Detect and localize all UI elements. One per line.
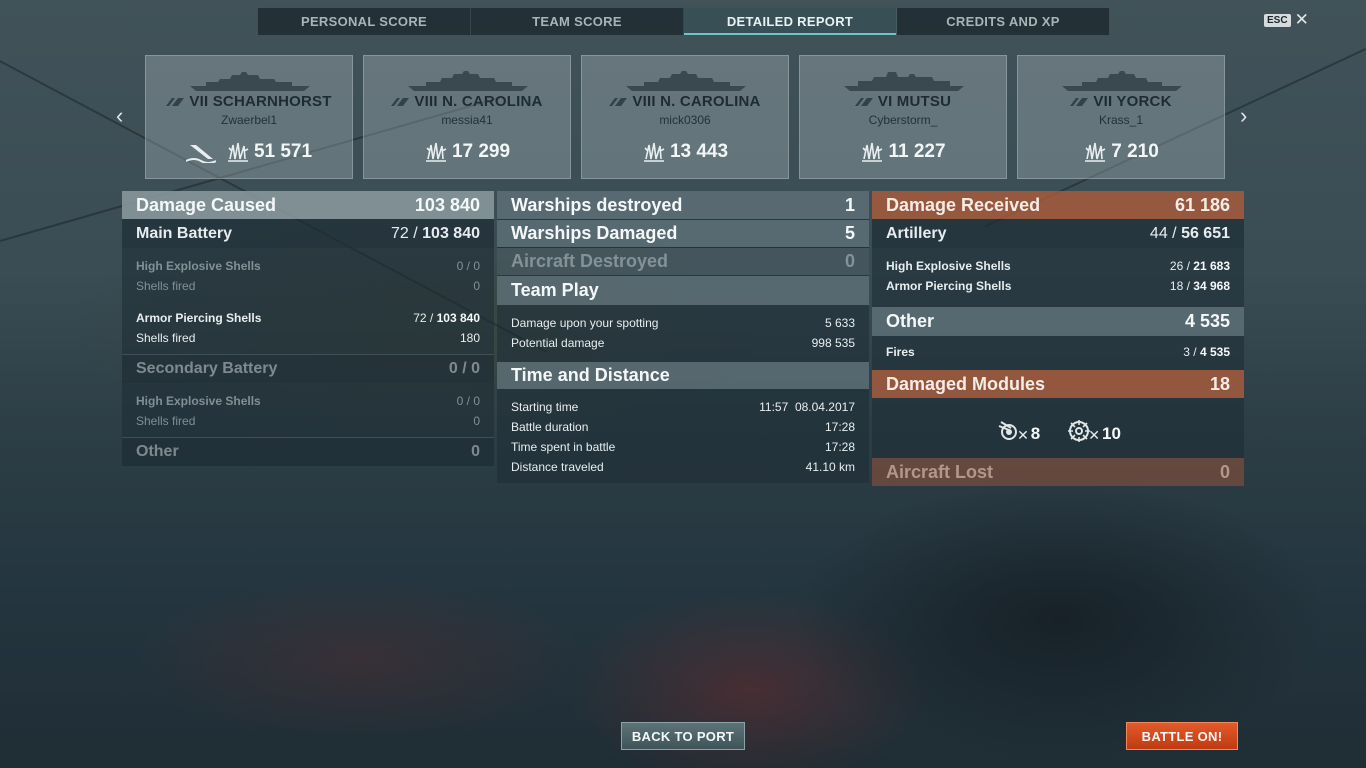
aircraft-destroyed-row: Aircraft Destroyed 0 [497, 247, 869, 275]
aircraft-lost-header: Aircraft Lost 0 [872, 458, 1244, 486]
ship-damage-value: 11 227 [888, 141, 946, 162]
player-name: Zwaerbel1 [220, 113, 278, 127]
ship-card[interactable]: VII SCHARNHORST Zwaerbel1 51 571 [145, 55, 353, 179]
damage-icon [643, 142, 665, 162]
stat-row: Fires 3 / 4 535 [886, 345, 1230, 359]
stat-row: Armor Piercing Shells 72 / 103 840 [136, 311, 480, 325]
stat-row: Starting time 11:57 08.04.2017 [511, 400, 855, 414]
esc-key-badge: ESC [1264, 13, 1291, 27]
player-name: mick0306 [659, 113, 711, 127]
ship-name: VIII N. CAROLINA [414, 93, 543, 110]
artillery-header: Artillery 44 / 56 651 [872, 219, 1244, 248]
player-name: Krass_1 [1098, 113, 1144, 127]
stat-row: High Explosive Shells 0 / 0 [136, 259, 480, 273]
module-item: ✕ 10 [1066, 418, 1121, 444]
stat-row: Shells fired 0 [136, 414, 480, 428]
damage-icon [1085, 142, 1106, 162]
warships-damaged-row: Warships Damaged 5 [497, 219, 869, 247]
stat-row: Shells fired 180 [136, 331, 480, 345]
module-count: 10 [1102, 424, 1121, 443]
tab-personal-score[interactable]: PERSONAL SCORE [258, 8, 471, 35]
damage-icon [862, 142, 883, 162]
battleship-class-icon [609, 97, 628, 106]
close-button[interactable]: ESC ✕ [1264, 10, 1309, 29]
stat-row: Battle duration 17:28 [511, 420, 855, 434]
ship-cards: VII SCHARNHORST Zwaerbel1 51 571 VIII N.… [145, 55, 1225, 179]
ship-name: VI MUTSU [877, 93, 952, 110]
damage-received-header: Damage Received 61 186 [872, 191, 1244, 219]
prev-arrow-icon[interactable]: ‹ [116, 105, 123, 127]
warships-destroyed-row: Warships destroyed 1 [497, 191, 869, 219]
destroyed-x-icon: ✕ [1017, 427, 1029, 443]
time-and-distance-header: Time and Distance [497, 361, 869, 389]
back-to-port-button[interactable]: BACK TO PORT [621, 722, 745, 750]
tab-detailed-report[interactable]: DETAILED REPORT [684, 8, 897, 35]
player-name: messia41 [441, 113, 493, 127]
battleship-class-icon [391, 97, 410, 106]
main-battery-header: Main Battery 72 / 103 840 [122, 219, 494, 248]
battleship-silhouette-icon [190, 72, 310, 91]
battleship-silhouette-icon [626, 71, 746, 91]
next-arrow-icon[interactable]: › [1240, 105, 1247, 127]
ship-damage-value: 51 571 [253, 141, 313, 162]
stat-row: Armor Piercing Shells 18 / 34 968 [886, 279, 1230, 293]
ship-card[interactable]: VIII N. CAROLINA messia41 17 299 [363, 55, 571, 179]
battleship-silhouette-icon [844, 72, 964, 91]
stat-row: Shells fired 0 [136, 279, 480, 293]
ship-damage-value: 17 299 [451, 141, 511, 162]
damage-icon [425, 142, 447, 162]
ship-sunk-icon [185, 145, 216, 163]
stat-row: Distance traveled 41.10 km [511, 460, 855, 474]
secondary-battery-header: Secondary Battery 0 / 0 [122, 354, 494, 383]
damaged-modules-header: Damaged Modules 18 [872, 370, 1244, 398]
battleship-silhouette-icon [408, 71, 528, 91]
other-received-header: Other 4 535 [872, 306, 1244, 336]
ship-name: VII SCHARNHORST [189, 93, 332, 110]
ship-card[interactable]: VII YORCK Krass_1 7 210 [1017, 55, 1225, 179]
damage-caused-header: Damage Caused 103 840 [122, 191, 494, 219]
module-count: 8 [1030, 424, 1041, 443]
damage-icon [227, 142, 249, 162]
damaged-modules-list: ✕ 8 ✕ 10 [872, 398, 1244, 458]
ship-damage-value: 13 443 [669, 141, 729, 162]
damage-received-panel: Damage Received 61 186 Artillery 44 / 56… [872, 191, 1244, 486]
battleship-class-icon [1070, 97, 1089, 106]
stat-row: Damage upon your spotting 5 633 [511, 316, 855, 330]
battle-stats-panel: Warships destroyed 1 Warships Damaged 5 … [497, 191, 869, 483]
other-damage-header: Other 0 [122, 437, 494, 466]
team-play-header: Team Play [497, 275, 869, 305]
battleship-class-icon [854, 97, 873, 106]
ship-card[interactable]: VI MUTSU Cyberstorm_ 11 227 [799, 55, 1007, 179]
battle-on-button[interactable]: BATTLE ON! [1126, 722, 1238, 750]
module-item: ✕ 8 [995, 418, 1040, 444]
stat-row: Time spent in battle 17:28 [511, 440, 855, 454]
close-icon: ✕ [1294, 10, 1309, 29]
player-name: Cyberstorm_ [868, 113, 938, 127]
tab-bar: PERSONAL SCORE TEAM SCORE DETAILED REPOR… [257, 7, 1110, 36]
battleship-silhouette-icon [1062, 71, 1182, 91]
battleship-class-icon [166, 97, 185, 106]
destroyed-x-icon: ✕ [1088, 427, 1100, 443]
stat-row: Potential damage 998 535 [511, 336, 855, 350]
tab-team-score[interactable]: TEAM SCORE [471, 8, 684, 35]
stat-row: High Explosive Shells 0 / 0 [136, 394, 480, 408]
ship-name: VII YORCK [1093, 93, 1172, 110]
damage-caused-panel: Damage Caused 103 840 Main Battery 72 / … [122, 191, 494, 466]
ship-damage-value: 7 210 [1111, 141, 1159, 162]
ship-name: VIII N. CAROLINA [632, 93, 761, 110]
ship-card[interactable]: VIII N. CAROLINA mick0306 13 443 [581, 55, 789, 179]
tab-credits-and-xp[interactable]: CREDITS AND XP [897, 8, 1109, 35]
stat-row: High Explosive Shells 26 / 21 683 [886, 259, 1230, 273]
